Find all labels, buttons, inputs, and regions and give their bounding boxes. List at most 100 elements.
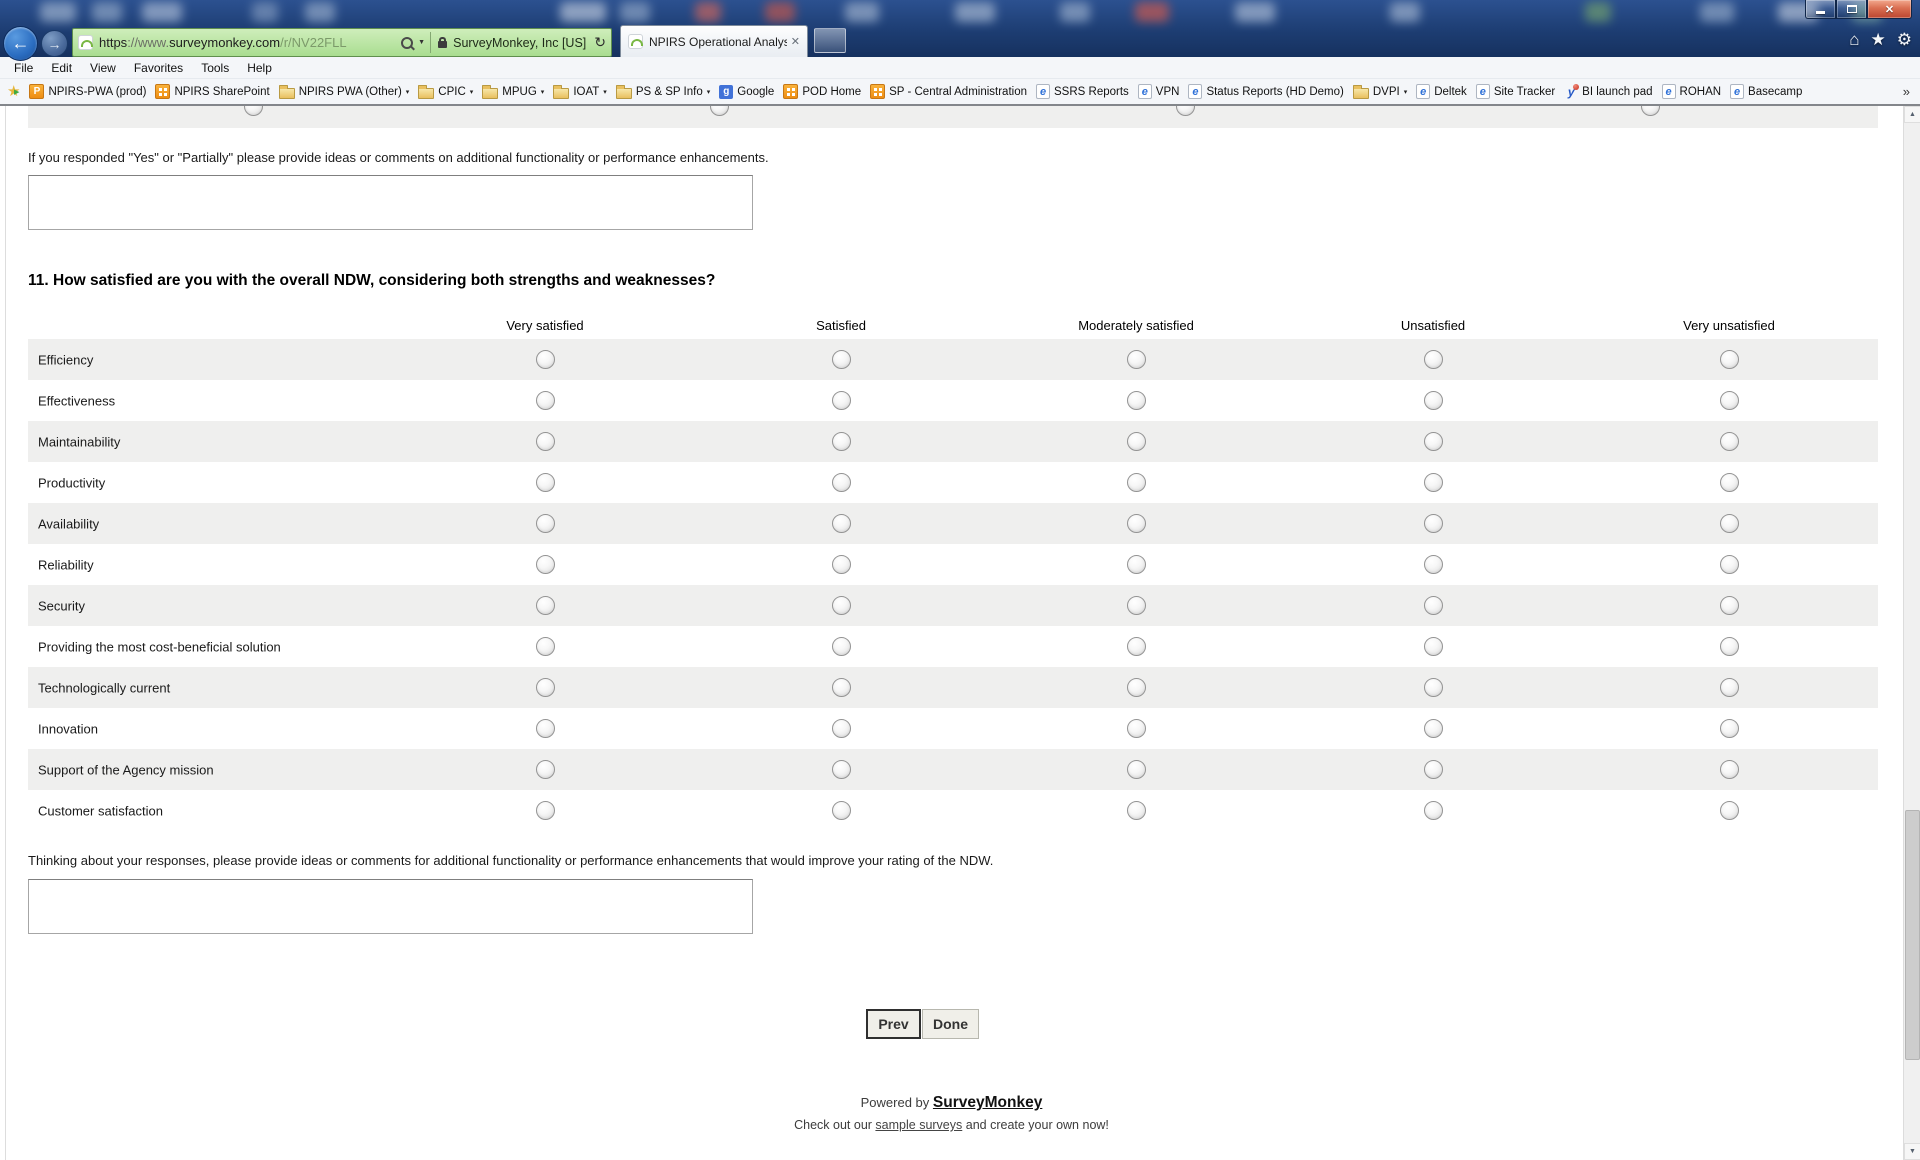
menu-edit[interactable]: Edit [42,61,81,75]
radio-innovation-unsatisfied[interactable] [1424,719,1443,738]
radio-providing-the-most-cost-beneficial-solution-very-unsatisfied[interactable] [1720,637,1739,656]
radio-providing-the-most-cost-beneficial-solution-very-satisfied[interactable] [536,637,555,656]
radio-providing-the-most-cost-beneficial-solution-satisfied[interactable] [832,637,851,656]
browser-tab[interactable]: NPIRS Operational Analysis ... ✕ [620,25,808,57]
radio-productivity-very-unsatisfied[interactable] [1720,473,1739,492]
favorite-deltek[interactable]: e Deltek [1416,84,1467,99]
done-button[interactable]: Done [922,1009,979,1039]
favorite-npirs-sharepoint[interactable]: NPIRS SharePoint [155,84,270,99]
radio-innovation-satisfied[interactable] [832,719,851,738]
radio-support-of-the-agency-mission-very-unsatisfied[interactable] [1720,760,1739,779]
q11-comment-textarea[interactable] [28,879,753,934]
new-tab-button[interactable] [814,28,846,53]
sample-surveys-link[interactable]: sample surveys [875,1118,962,1132]
close-button[interactable]: ✕ [1867,0,1912,19]
favorite-npirs-pwa-other[interactable]: NPIRS PWA (Other) ▾ [278,84,409,99]
menu-file[interactable]: File [5,61,42,75]
tab-close-icon[interactable]: ✕ [791,35,800,48]
security-certificate-label[interactable]: SurveyMonkey, Inc [US] [453,36,586,50]
favorite-basecamp[interactable]: e Basecamp [1730,84,1802,99]
radio-maintainability-unsatisfied[interactable] [1424,432,1443,451]
radio-customer-satisfaction-moderately-satisfied[interactable] [1127,801,1146,820]
search-icon[interactable] [401,36,414,49]
radio-customer-satisfaction-unsatisfied[interactable] [1424,801,1443,820]
radio-efficiency-satisfied[interactable] [832,350,851,369]
radio-customer-satisfaction-very-unsatisfied[interactable] [1720,801,1739,820]
radio-support-of-the-agency-mission-very-satisfied[interactable] [536,760,555,779]
menu-help[interactable]: Help [238,61,281,75]
radio-productivity-satisfied[interactable] [832,473,851,492]
favorite-google[interactable]: g Google [719,84,774,99]
favorite-rohan[interactable]: e ROHAN [1661,84,1721,99]
radio-effectiveness-moderately-satisfied[interactable] [1127,391,1146,410]
radio-efficiency-very-unsatisfied[interactable] [1720,350,1739,369]
radio-maintainability-very-satisfied[interactable] [536,432,555,451]
radio-efficiency-moderately-satisfied[interactable] [1127,350,1146,369]
favorite-site-tracker[interactable]: e Site Tracker [1475,84,1555,99]
minimize-button[interactable] [1805,0,1836,19]
maximize-button[interactable] [1836,0,1867,19]
radio-reliability-unsatisfied[interactable] [1424,555,1443,574]
add-favorite-icon[interactable]: ★ [7,83,20,101]
favorites-star-icon[interactable]: ★ [1871,29,1886,51]
radio-customer-satisfaction-satisfied[interactable] [832,801,851,820]
radio-previous-question-partial[interactable] [710,106,729,116]
scroll-up-icon[interactable]: ▲ [1904,106,1920,123]
q10-comment-textarea[interactable] [28,175,753,230]
lock-icon[interactable] [438,36,448,48]
radio-security-moderately-satisfied[interactable] [1127,596,1146,615]
menu-view[interactable]: View [81,61,125,75]
radio-reliability-very-satisfied[interactable] [536,555,555,574]
radio-security-very-satisfied[interactable] [536,596,555,615]
forward-button[interactable]: → [41,30,68,57]
radio-security-satisfied[interactable] [832,596,851,615]
radio-previous-question-partial[interactable] [1176,106,1195,116]
gear-icon[interactable]: ⚙ [1897,29,1912,51]
favorite-ioat[interactable]: IOAT ▾ [553,84,607,99]
radio-availability-very-satisfied[interactable] [536,514,555,533]
scrollbar-thumb[interactable] [1905,810,1920,1060]
surveymonkey-link[interactable]: SurveyMonkey [933,1094,1042,1111]
radio-technologically-current-moderately-satisfied[interactable] [1127,678,1146,697]
radio-technologically-current-satisfied[interactable] [832,678,851,697]
favorite-bi-launch-pad[interactable]: y BI launch pad [1564,84,1653,99]
radio-support-of-the-agency-mission-moderately-satisfied[interactable] [1127,760,1146,779]
radio-productivity-very-satisfied[interactable] [536,473,555,492]
radio-technologically-current-very-satisfied[interactable] [536,678,555,697]
menu-favorites[interactable]: Favorites [125,61,192,75]
radio-customer-satisfaction-very-satisfied[interactable] [536,801,555,820]
favorite-ps-sp-info[interactable]: PS & SP Info ▾ [615,84,710,99]
radio-effectiveness-unsatisfied[interactable] [1424,391,1443,410]
radio-effectiveness-satisfied[interactable] [832,391,851,410]
radio-availability-moderately-satisfied[interactable] [1127,514,1146,533]
radio-efficiency-very-satisfied[interactable] [536,350,555,369]
address-bar[interactable]: https://www.surveymonkey.com/r/NV22FLL ▼… [72,28,612,57]
radio-reliability-very-unsatisfied[interactable] [1720,555,1739,574]
favorite-cpic[interactable]: CPIC ▾ [418,84,473,99]
radio-availability-unsatisfied[interactable] [1424,514,1443,533]
radio-productivity-unsatisfied[interactable] [1424,473,1443,492]
radio-reliability-moderately-satisfied[interactable] [1127,555,1146,574]
radio-effectiveness-very-satisfied[interactable] [536,391,555,410]
radio-support-of-the-agency-mission-satisfied[interactable] [832,760,851,779]
back-button[interactable]: ← [3,26,38,61]
radio-productivity-moderately-satisfied[interactable] [1127,473,1146,492]
favorites-overflow-chevron[interactable]: » [1903,84,1913,99]
radio-reliability-satisfied[interactable] [832,555,851,574]
radio-providing-the-most-cost-beneficial-solution-moderately-satisfied[interactable] [1127,637,1146,656]
favorite-ssrs-reports[interactable]: e SSRS Reports [1036,84,1129,99]
favorite-pod-home[interactable]: POD Home [783,84,861,99]
radio-maintainability-moderately-satisfied[interactable] [1127,432,1146,451]
radio-availability-very-unsatisfied[interactable] [1720,514,1739,533]
radio-efficiency-unsatisfied[interactable] [1424,350,1443,369]
radio-technologically-current-very-unsatisfied[interactable] [1720,678,1739,697]
radio-availability-satisfied[interactable] [832,514,851,533]
radio-previous-question-partial[interactable] [244,106,263,116]
radio-technologically-current-unsatisfied[interactable] [1424,678,1443,697]
radio-security-very-unsatisfied[interactable] [1720,596,1739,615]
menu-tools[interactable]: Tools [192,61,238,75]
radio-maintainability-satisfied[interactable] [832,432,851,451]
favorite-npirs-pwa-prod[interactable]: P NPIRS-PWA (prod) [29,84,146,99]
favorite-dvpi[interactable]: DVPI ▾ [1352,84,1407,99]
radio-previous-question-partial[interactable] [1641,106,1660,116]
